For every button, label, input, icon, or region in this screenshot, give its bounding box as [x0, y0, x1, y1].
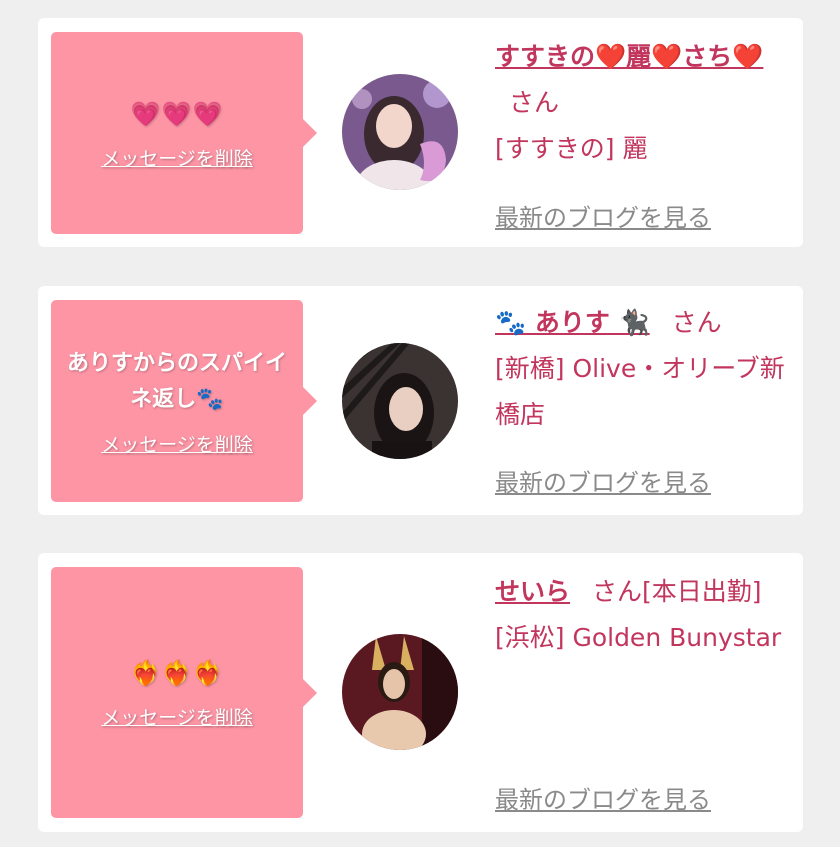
latest-blog-link[interactable]: 最新のブログを見る — [495, 463, 711, 498]
shop-name: [すすきの] 麗 — [495, 134, 648, 163]
shop-name: [新橋] Olive・オリーブ新橋店 — [495, 354, 785, 429]
message-text: ありすからのスパイイネ返し🐾 — [66, 350, 287, 412]
sender-name-link[interactable]: 🐾 ありす 🐈‍⬛ — [495, 308, 650, 337]
message-card: ありすからのスパイイネ返し🐾 メッセージを削除 🐾 ありす 🐈‍⬛ さん [新橋… — [38, 286, 803, 515]
honorific: さん — [509, 88, 560, 117]
delete-message-link[interactable]: メッセージを削除 — [101, 144, 253, 171]
message-bubble: 💗💗💗 メッセージを削除 — [51, 32, 317, 234]
sender-info: 🐾 ありす 🐈‍⬛ さん [新橋] Olive・オリーブ新橋店 — [495, 300, 795, 438]
message-text: 💗💗💗 — [130, 99, 224, 128]
message-bubble: ありすからのスパイイネ返し🐾 メッセージを削除 — [51, 300, 317, 502]
sender-name-link[interactable]: すすきの❤️麗❤️さち❤️ — [495, 42, 763, 71]
message-text: ❤️‍🔥❤️‍🔥❤️‍🔥 — [130, 659, 224, 687]
honorific: さん — [671, 308, 722, 337]
delete-message-link[interactable]: メッセージを削除 — [101, 430, 253, 457]
shop-name: [浜松] Golden Bunystar — [495, 623, 782, 652]
avatar[interactable] — [342, 343, 458, 459]
sender-info: すすきの❤️麗❤️さち❤️ さん [すすきの] 麗 — [495, 34, 795, 172]
sender-name-link[interactable]: せいら — [495, 577, 570, 606]
message-card: ❤️‍🔥❤️‍🔥❤️‍🔥 メッセージを削除 せいら さん[本日出勤] [浜松] … — [38, 553, 803, 832]
honorific: さん[本日出勤] — [591, 577, 762, 606]
message-bubble: ❤️‍🔥❤️‍🔥❤️‍🔥 メッセージを削除 — [51, 567, 317, 818]
latest-blog-link[interactable]: 最新のブログを見る — [495, 198, 711, 233]
sender-info: せいら さん[本日出勤] [浜松] Golden Bunystar — [495, 569, 795, 661]
avatar[interactable] — [342, 74, 458, 190]
avatar[interactable] — [342, 634, 458, 750]
message-card: 💗💗💗 メッセージを削除 すすきの❤️麗❤️さち❤️ さん [すすきの] 麗 最… — [38, 18, 803, 247]
delete-message-link[interactable]: メッセージを削除 — [101, 703, 253, 730]
latest-blog-link[interactable]: 最新のブログを見る — [495, 780, 711, 815]
